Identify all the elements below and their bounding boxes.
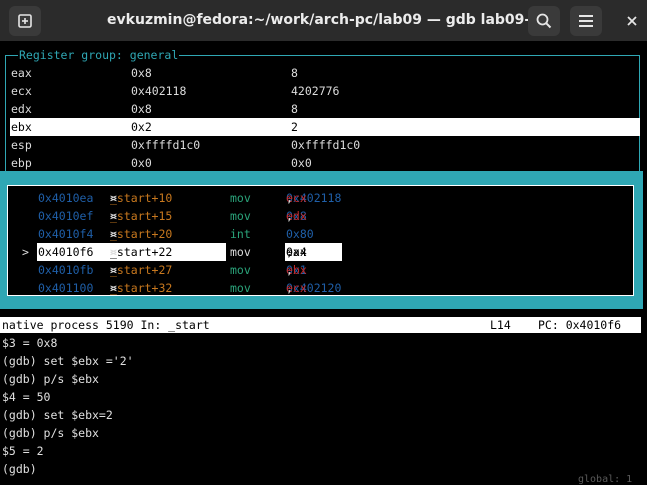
asm-operands: ebx, 0x1 [286, 263, 307, 277]
register-name: eax [11, 66, 32, 80]
asm-operands: 0x80 [286, 227, 314, 241]
asm-address: 0x4010f4 [38, 227, 94, 241]
register-hex: 0x402118 [131, 84, 187, 98]
asm-address: 0x401100 [38, 281, 94, 295]
register-row: edx 0x8 8 [10, 100, 640, 118]
asm-mnemonic: mov [230, 245, 251, 259]
background-ghost-text: global: 1 [578, 474, 633, 485]
asm-line: 0x4010f4 < _start+20 > int 0x80 [38, 227, 314, 241]
asm-line: 0x401100 < _start+32 > mov ecx, 0x402120 [38, 281, 342, 295]
close-icon [627, 16, 637, 26]
console-line: (gdb) set $ebx=2 [2, 408, 113, 422]
asm-mnemonic: mov [230, 191, 251, 205]
close-button[interactable] [617, 6, 647, 36]
console-line: $4 = 50 [2, 390, 51, 404]
console-line: $3 = 0x8 [2, 336, 58, 350]
asm-line: 0x4010fb < _start+27 > mov ebx, 0x1 [38, 263, 307, 277]
register-hex: 0x2 [131, 120, 152, 134]
register-row: ebp 0x0 0x0 [10, 154, 640, 172]
status-process: native process 5190 In: _start [2, 318, 210, 332]
disassembly-panel: 0x4010ea < _start+10 > mov ecx, 0x402118 0x… [0, 171, 643, 309]
register-hex: 0x0 [131, 156, 152, 170]
register-row-highlighted: ebx 0x2 2 [10, 118, 640, 136]
console-line: (gdb) p/s $ebx [2, 372, 99, 386]
asm-address: 0x4010fb [38, 263, 94, 277]
register-value: 4202776 [291, 84, 340, 98]
disassembly-view: 0x4010ea < _start+10 > mov ecx, 0x402118 0x… [7, 185, 634, 296]
register-value: 8 [291, 102, 298, 116]
register-row: ecx 0x402118 4202776 [10, 82, 640, 100]
asm-line: 0x4010ea < _start+10 > mov ecx, 0x402118 [38, 191, 342, 205]
console-line: $5 = 2 [2, 444, 44, 458]
asm-current-marker: > [22, 245, 29, 259]
status-pc: PC: 0x4010f6 [538, 318, 622, 332]
register-name: ebp [11, 156, 32, 170]
register-name: esp [11, 138, 32, 152]
asm-mnemonic: mov [230, 263, 251, 277]
register-value: 2 [291, 120, 298, 134]
asm-line: 0x4010ef < _start+15 > mov edx, 0x8 [38, 209, 307, 223]
asm-line-current: > 0x4010f6 < _start+22 > mov eax, 0x4 [12, 243, 612, 261]
hamburger-menu-icon [579, 15, 593, 27]
search-icon [536, 13, 552, 29]
register-row: esp 0xffffd1c0 0xffffd1c0 [10, 136, 640, 154]
gdb-prompt[interactable]: (gdb) [2, 460, 632, 478]
asm-address: 0x4010f6 [38, 245, 94, 259]
terminal-area[interactable]: Register group: general eax 0x8 8 ecx 0x… [0, 41, 647, 485]
asm-operands: edx, 0x8 [286, 209, 307, 223]
title-bar: evkuzmin@fedora:~/work/arch-pc/lab09 — g… [0, 0, 647, 42]
register-name: ebx [11, 120, 32, 134]
plus-square-icon [18, 14, 32, 28]
status-line: L14 [490, 318, 511, 332]
register-hex: 0xffffd1c0 [131, 138, 201, 152]
asm-operands: ecx, 0x402120 [286, 281, 342, 295]
register-hex: 0x8 [131, 66, 152, 80]
register-panel-title: Register group: general [18, 47, 180, 63]
register-name: ecx [11, 84, 32, 98]
asm-address: 0x4010ea [38, 191, 94, 205]
console-line: (gdb) p/s $ebx [2, 426, 99, 440]
register-row: eax 0x8 8 [10, 64, 640, 82]
gdb-status-bar: native process 5190 In: _start L14 PC: 0… [0, 317, 641, 333]
register-value: 0x0 [291, 156, 312, 170]
register-panel: Register group: general eax 0x8 8 ecx 0x… [5, 47, 640, 172]
console-line: (gdb) set $ebx ='2' [2, 354, 134, 368]
register-hex: 0x8 [131, 102, 152, 116]
register-value: 0xffffd1c0 [291, 138, 361, 152]
asm-mnemonic: mov [230, 281, 251, 295]
register-value: 8 [291, 66, 298, 80]
menu-button[interactable] [570, 6, 602, 36]
new-tab-button[interactable] [9, 6, 41, 36]
asm-mnemonic: int [230, 227, 251, 241]
asm-mnemonic: mov [230, 209, 251, 223]
asm-address: 0x4010ef [38, 209, 94, 223]
register-name: edx [11, 102, 32, 116]
asm-operands: eax, 0x4 [286, 245, 307, 259]
asm-operands: ecx, 0x402118 [286, 191, 342, 205]
search-button[interactable] [528, 6, 560, 36]
